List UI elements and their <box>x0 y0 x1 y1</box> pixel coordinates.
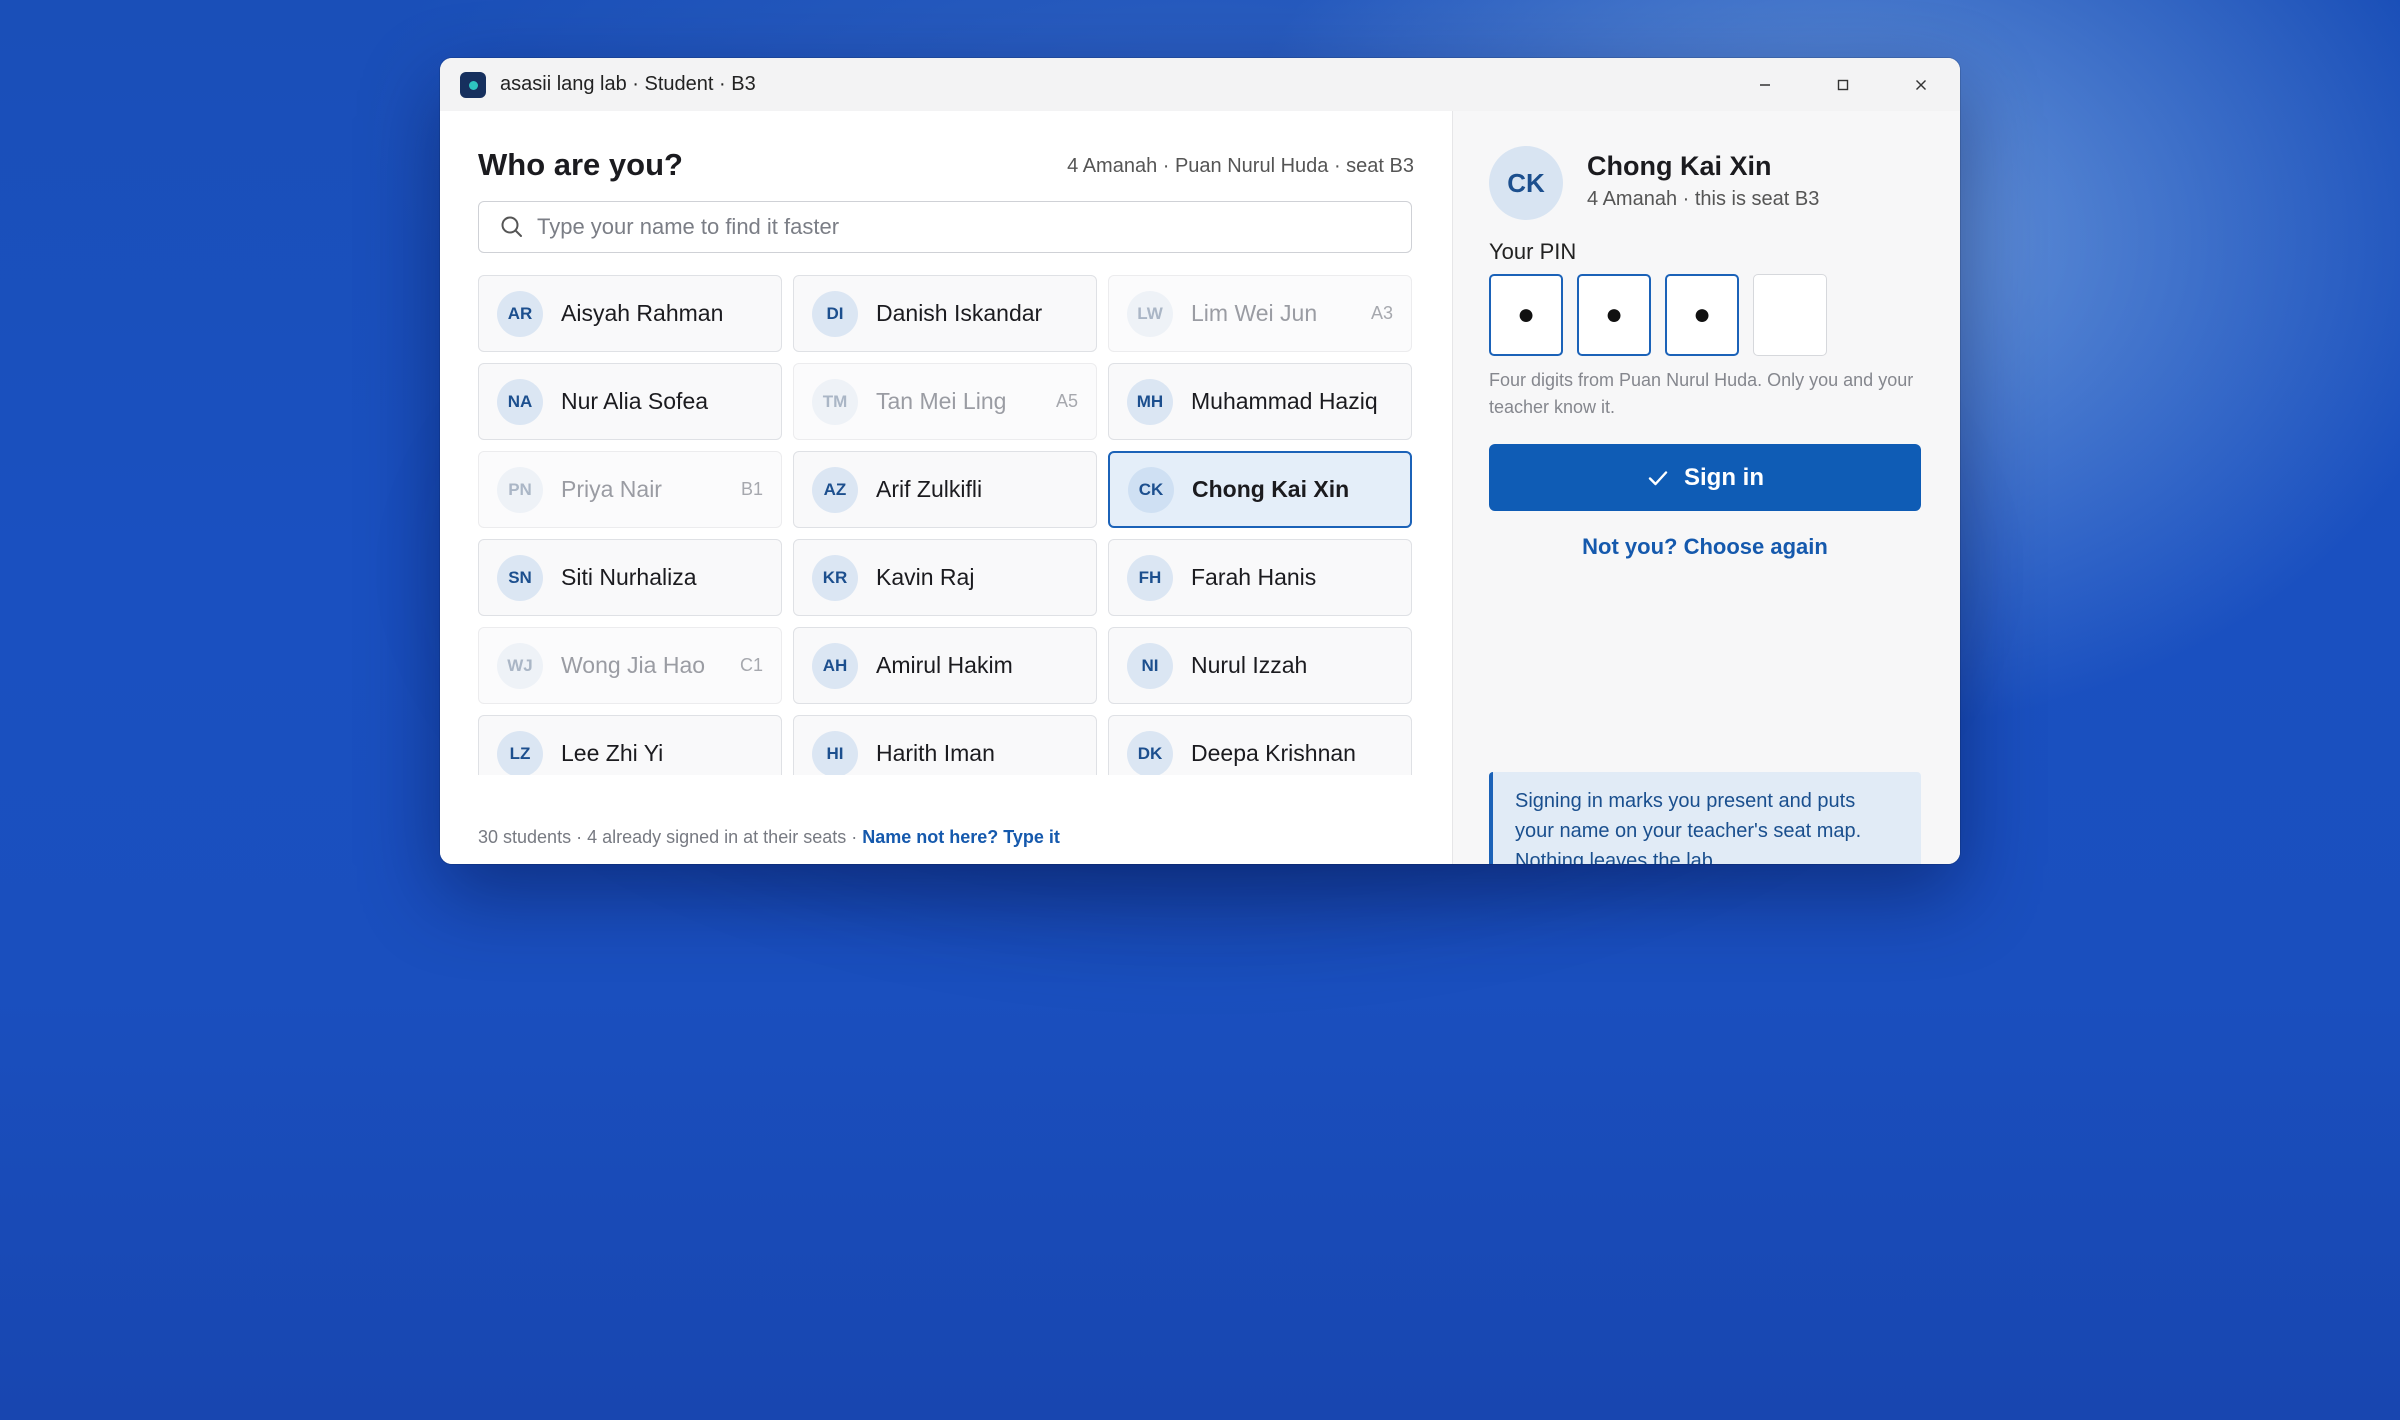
seat-badge: C1 <box>739 655 763 675</box>
student-card[interactable]: AR Aisyah Rahman <box>478 275 782 352</box>
sign-in-button[interactable]: Sign in <box>1489 444 1921 511</box>
student-card: PN Priya Nair B1 <box>478 451 782 528</box>
student-avatar: DK <box>1127 730 1173 775</box>
pin-help-text: Four digits from Puan Nurul Huda. Only y… <box>1489 370 1914 417</box>
student-card[interactable]: HI Harith Iman <box>793 715 1097 775</box>
search-input[interactable] <box>535 213 1399 241</box>
student-avatar: MH <box>1127 378 1173 425</box>
student-avatar: TM <box>812 378 858 425</box>
student-name: Nur Alia Sofea <box>561 388 709 414</box>
privacy-note: Signing in marks you present and puts yo… <box>1489 772 1921 864</box>
student-card[interactable]: NI Nurul Izzah <box>1108 627 1412 704</box>
student-picker-panel: Who are you? 4 Amanah · Puan Nurul Huda … <box>440 111 1452 864</box>
seat-badge: B1 <box>740 479 763 499</box>
student-avatar: LZ <box>497 730 543 775</box>
student-name: Harith Iman <box>876 740 995 766</box>
student-card[interactable]: NA Nur Alia Sofea <box>478 363 782 440</box>
selected-student-subtitle: 4 Amanah · this is seat B3 <box>1587 188 1820 210</box>
student-name: Kavin Raj <box>876 564 975 590</box>
student-name: Nurul Izzah <box>1191 652 1308 678</box>
student-name: Siti Nurhaliza <box>561 564 697 590</box>
student-avatar: NA <box>497 378 543 425</box>
student-card[interactable]: AH Amirul Hakim <box>793 627 1097 704</box>
student-avatar: AH <box>812 642 858 689</box>
student-avatar: CK <box>1128 466 1174 513</box>
app-window: asasii lang lab · Student · B3 Who are y… <box>440 58 1960 864</box>
search-icon <box>501 216 522 237</box>
student-avatar: HI <box>812 730 858 775</box>
search-box[interactable] <box>478 201 1412 253</box>
window-controls <box>1726 58 1960 111</box>
type-name-link[interactable]: Name not here? Type it <box>862 827 1060 847</box>
student-card[interactable]: MH Muhammad Haziq <box>1108 363 1412 440</box>
student-name: Wong Jia Hao <box>561 652 706 678</box>
student-card: LW Lim Wei Jun A3 <box>1108 275 1412 352</box>
student-name: Priya Nair <box>561 476 662 502</box>
student-card[interactable]: DK Deepa Krishnan <box>1108 715 1412 775</box>
student-name: Deepa Krishnan <box>1191 740 1356 766</box>
student-avatar: FH <box>1127 554 1173 601</box>
student-card[interactable]: LZ Lee Zhi Yi <box>478 715 782 775</box>
sign-in-label: Sign in <box>1684 463 1764 491</box>
student-card[interactable]: KR Kavin Raj <box>793 539 1097 616</box>
seat-badge: A5 <box>1055 391 1078 411</box>
student-name: Chong Kai Xin <box>1192 476 1350 502</box>
student-avatar: NI <box>1127 642 1173 689</box>
student-name: Danish Iskandar <box>876 300 1043 326</box>
choose-again-link[interactable]: Not you? Choose again <box>1489 534 1921 560</box>
window-title: asasii lang lab · Student · B3 <box>500 73 756 95</box>
student-avatar: LW <box>1127 290 1173 337</box>
student-card[interactable]: SN Siti Nurhaliza <box>478 539 782 616</box>
selected-student-name: Chong Kai Xin <box>1587 151 1772 181</box>
title-bar: asasii lang lab · Student · B3 <box>440 58 1960 112</box>
student-grid: AR Aisyah Rahman DI Danish Iskandar LW Lim We… <box>478 275 1412 775</box>
student-card[interactable]: AZ Arif Zulkifli <box>793 451 1097 528</box>
checkmark-icon <box>1648 470 1668 485</box>
sign-in-panel: CK Chong Kai Xin 4 Amanah · this is seat… <box>1452 111 1960 864</box>
student-name: Aisyah Rahman <box>561 300 724 326</box>
student-avatar: KR <box>812 554 858 601</box>
student-name: Arif Zulkifli <box>876 476 983 502</box>
maximize-icon <box>1837 79 1849 90</box>
class-context: 4 Amanah · Puan Nurul Huda · seat B3 <box>1067 155 1414 177</box>
maximize-button[interactable] <box>1804 58 1882 111</box>
pin-digit-2[interactable]: ● <box>1577 274 1651 356</box>
student-list[interactable]: AR Aisyah Rahman DI Danish Iskandar LW Lim We… <box>478 275 1412 775</box>
close-icon <box>1916 79 1926 90</box>
pin-digit-3[interactable]: ● <box>1665 274 1739 356</box>
student-name: Lee Zhi Yi <box>561 740 664 766</box>
student-avatar: WJ <box>497 642 543 689</box>
student-name: Farah Hanis <box>1191 564 1317 590</box>
pin-label: Your PIN <box>1489 239 1577 264</box>
student-card: WJ Wong Jia Hao C1 <box>478 627 782 704</box>
student-count-text: 30 students · 4 already signed in at the… <box>478 827 863 847</box>
student-name: Lim Wei Jun <box>1191 300 1318 326</box>
pin-digit-4[interactable] <box>1753 274 1827 356</box>
student-card[interactable]: FH Farah Hanis <box>1108 539 1412 616</box>
minimize-button[interactable] <box>1726 58 1804 111</box>
student-name: Tan Mei Ling <box>876 388 1007 414</box>
student-card[interactable]: CK Chong Kai Xin <box>1108 451 1412 528</box>
student-name: Muhammad Haziq <box>1191 388 1378 414</box>
list-footer: 30 students · 4 already signed in at the… <box>478 827 1060 848</box>
app-logo-icon <box>460 71 486 98</box>
student-card: TM Tan Mei Ling A5 <box>793 363 1097 440</box>
close-button[interactable] <box>1882 58 1960 111</box>
page-title: Who are you? <box>478 147 683 182</box>
student-avatar: AR <box>497 290 543 337</box>
student-avatar: DI <box>812 290 858 337</box>
student-card[interactable]: DI Danish Iskandar <box>793 275 1097 352</box>
pin-digit-1[interactable]: ● <box>1489 274 1563 356</box>
pin-input: ● ● ● <box>1489 274 1827 356</box>
minimize-icon <box>1760 83 1770 86</box>
student-name: Amirul Hakim <box>876 652 1013 678</box>
student-avatar: PN <box>497 466 543 513</box>
selected-student-avatar: CK <box>1489 146 1563 220</box>
student-avatar: SN <box>497 554 543 601</box>
student-avatar: AZ <box>812 466 858 513</box>
seat-badge: A3 <box>1370 303 1393 323</box>
